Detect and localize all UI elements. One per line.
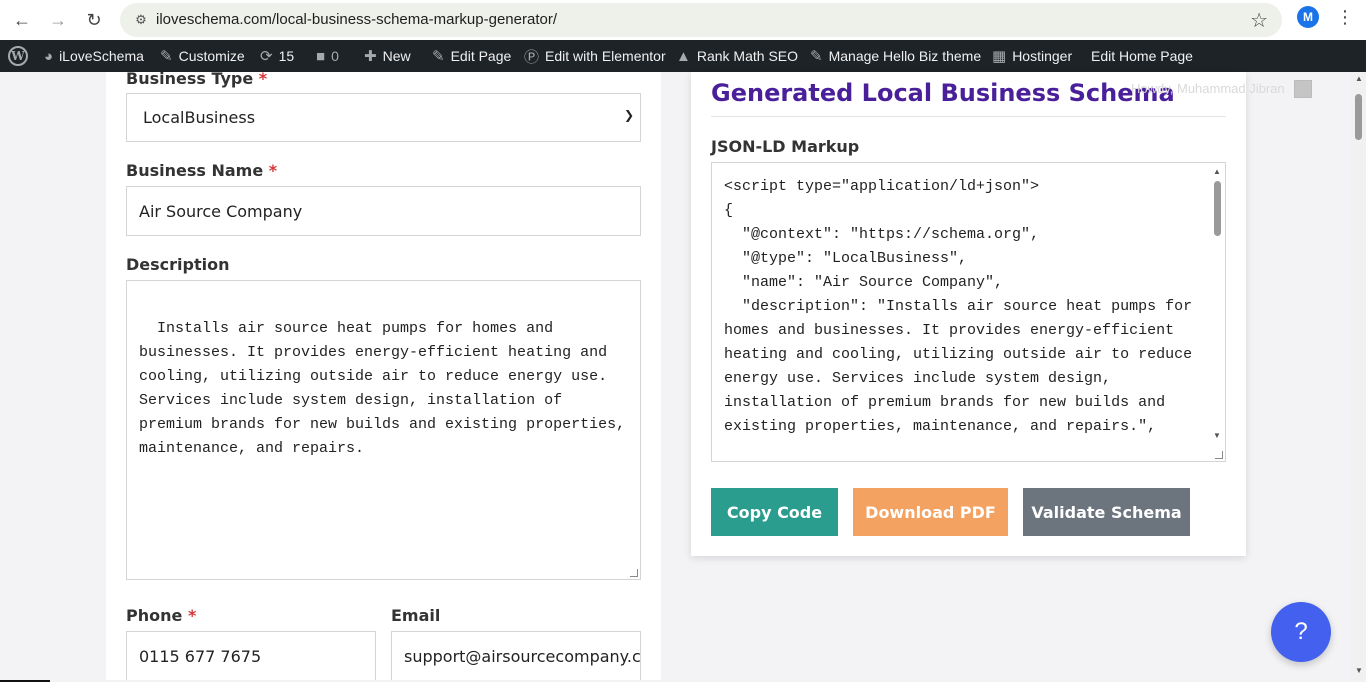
hostinger-label: Hostinger xyxy=(1012,48,1073,64)
profile-avatar[interactable]: M xyxy=(1297,6,1319,28)
business-type-value: LocalBusiness xyxy=(143,108,256,127)
description-label: Description xyxy=(126,255,230,274)
scroll-down-icon[interactable]: ▼ xyxy=(1213,431,1221,440)
brush-icon: ✎ xyxy=(810,48,823,65)
chevron-down-icon: ❯ xyxy=(623,108,634,122)
rank-math-icon: ▲ xyxy=(676,47,691,65)
plus-icon: ✚ xyxy=(364,48,377,65)
elementor-icon: Ⓟ xyxy=(524,48,540,66)
question-icon: ? xyxy=(1294,618,1308,645)
rank-math-menu[interactable]: ▲ Rank Math SEO xyxy=(676,40,798,72)
site-settings-icon[interactable]: ⚙ xyxy=(132,11,150,29)
forward-arrow-icon[interactable]: → xyxy=(44,6,72,34)
new-content-menu[interactable]: ✚ New xyxy=(364,40,411,72)
browser-toolbar: ← → ↻ ⚙ iloveschema.com/local-business-s… xyxy=(0,0,1366,40)
rank-math-label: Rank Math SEO xyxy=(696,48,799,64)
comments-count: 0 xyxy=(331,48,339,64)
edit-home-link[interactable]: Edit Home Page xyxy=(1091,40,1193,72)
back-arrow-icon[interactable]: ← xyxy=(8,6,36,34)
comment-icon: ■ xyxy=(316,47,326,65)
phone-input[interactable]: 0115 677 7675 xyxy=(126,631,376,682)
site-name-label: iLoveSchema xyxy=(59,48,144,64)
edit-elementor-link[interactable]: Ⓟ Edit with Elementor xyxy=(524,40,666,72)
address-bar[interactable]: ⚙ iloveschema.com/local-business-schema-… xyxy=(120,3,1282,37)
help-button[interactable]: ? xyxy=(1271,602,1331,662)
business-type-label: Business Type * xyxy=(126,69,268,88)
edit-page-label: Edit Page xyxy=(450,48,512,64)
updates-link[interactable]: ⟳ 15 xyxy=(260,40,294,72)
jsonld-code-textarea[interactable]: <script type="application/ld+json"> { "@… xyxy=(711,162,1226,462)
required-mark: * xyxy=(258,69,268,88)
business-name-label: Business Name * xyxy=(126,161,278,180)
bookmark-star-icon[interactable]: ☆ xyxy=(1250,8,1268,33)
business-name-value: Air Source Company xyxy=(139,201,303,221)
wp-admin-bar: W ◕ iLoveSchema ✎ Customize ⟳ 15 ■ 0 ✚ N… xyxy=(0,40,1366,72)
edit-page-link[interactable]: ✎ Edit Page xyxy=(432,40,511,72)
manage-theme-link[interactable]: ✎ Manage Hello Biz theme xyxy=(810,40,981,72)
required-mark: * xyxy=(187,606,197,625)
download-pdf-button[interactable]: Download PDF xyxy=(853,488,1008,536)
wordpress-icon: W xyxy=(8,46,28,66)
user-avatar[interactable] xyxy=(1294,80,1312,98)
description-textarea[interactable]: Installs air source heat pumps for homes… xyxy=(126,280,641,580)
page-scrollbar[interactable]: ▲ ▼ xyxy=(1351,72,1366,682)
code-scroll-thumb[interactable] xyxy=(1214,181,1221,236)
updates-count: 15 xyxy=(278,48,295,64)
reload-icon[interactable]: ↻ xyxy=(80,6,108,34)
url-text[interactable]: iloveschema.com/local-business-schema-ma… xyxy=(156,11,557,28)
scroll-down-icon[interactable]: ▼ xyxy=(1355,666,1363,675)
resize-handle-icon[interactable] xyxy=(630,569,638,577)
business-type-select[interactable]: LocalBusiness ❯ xyxy=(126,93,641,142)
comments-link[interactable]: ■ 0 xyxy=(316,40,339,72)
jsonld-code-text: <script type="application/ld+json"> { "@… xyxy=(724,178,1193,435)
validate-schema-button[interactable]: Validate Schema xyxy=(1023,488,1190,536)
hostinger-menu[interactable]: ▦ Hostinger xyxy=(992,40,1072,72)
page-scroll-thumb[interactable] xyxy=(1355,94,1362,140)
manage-theme-label: Manage Hello Biz theme xyxy=(828,48,982,64)
edit-elementor-label: Edit with Elementor xyxy=(545,48,666,64)
required-mark: * xyxy=(268,161,278,180)
pencil-icon: ✎ xyxy=(432,48,445,65)
email-input[interactable]: support@airsourcecompany.cor xyxy=(391,631,641,682)
edit-home-label: Edit Home Page xyxy=(1091,48,1193,64)
description-value: Installs air source heat pumps for homes… xyxy=(139,320,635,457)
phone-value: 0115 677 7675 xyxy=(139,647,262,666)
dashboard-icon: ◕ xyxy=(44,47,54,65)
wp-logo-menu[interactable]: W xyxy=(6,40,30,72)
email-label: Email xyxy=(391,606,441,625)
browser-menu-icon[interactable]: ⋮ xyxy=(1336,6,1354,28)
scroll-up-icon[interactable]: ▲ xyxy=(1355,74,1363,83)
jsonld-label: JSON-LD Markup xyxy=(711,137,860,156)
business-name-input[interactable]: Air Source Company xyxy=(126,186,641,236)
code-scrollbar[interactable]: ▲ ▼ xyxy=(1211,163,1225,461)
copy-code-button[interactable]: Copy Code xyxy=(711,488,838,536)
output-title: Generated Local Business Schema xyxy=(711,79,1175,107)
brush-icon: ✎ xyxy=(160,48,173,65)
updates-icon: ⟳ xyxy=(260,48,273,65)
scroll-up-icon[interactable]: ▲ xyxy=(1213,167,1221,176)
phone-label: Phone * xyxy=(126,606,197,625)
customize-link[interactable]: ✎ Customize xyxy=(160,40,245,72)
resize-handle-icon[interactable] xyxy=(1215,451,1223,459)
customize-label: Customize xyxy=(178,48,245,64)
hostinger-icon: ▦ xyxy=(992,48,1007,65)
site-name-menu[interactable]: ◕ iLoveSchema xyxy=(44,40,144,72)
new-label: New xyxy=(382,48,411,64)
title-divider xyxy=(711,116,1226,117)
email-value: support@airsourcecompany.cor xyxy=(404,647,641,666)
howdy-greeting[interactable]: Howdy, Muhammad Jibran xyxy=(1131,81,1285,96)
